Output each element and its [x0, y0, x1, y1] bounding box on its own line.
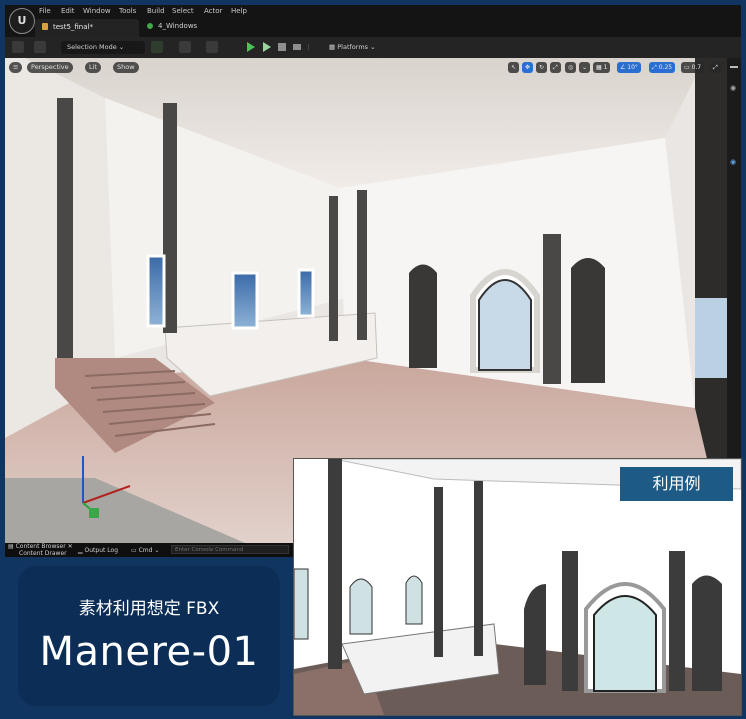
selection-mode-label: Selection Mode	[67, 43, 117, 51]
play-next-frame-icon[interactable]	[263, 42, 271, 52]
menu-build[interactable]: Build	[147, 6, 165, 16]
eye-icon[interactable]: ◉	[730, 84, 736, 92]
console-input[interactable]: Enter Console Command	[171, 545, 289, 554]
menu-help[interactable]: Help	[231, 6, 247, 16]
tab-label: test5_final*	[53, 23, 93, 31]
surface-snap-icon[interactable]: ⌄	[579, 62, 591, 73]
product-subtitle: 素材利用想定 FBX	[78, 599, 220, 619]
tab-label: 4_Windows	[158, 22, 198, 30]
menu-actor[interactable]: Actor	[204, 6, 222, 16]
visibility-icon[interactable]: ◉	[730, 158, 736, 166]
output-log-label: Output Log	[84, 547, 118, 554]
level-icon	[42, 23, 48, 30]
menu-select[interactable]: Select	[172, 6, 194, 16]
product-info-card: 素材利用想定 FBX Manere-01	[18, 566, 280, 706]
viewport-menu-icon[interactable]: ≡	[9, 62, 22, 73]
platforms-label: Platforms	[337, 43, 369, 51]
view-mode-lit-button[interactable]: Lit	[85, 62, 101, 73]
stop-icon[interactable]	[278, 43, 286, 51]
selection-mode-dropdown[interactable]: Selection Mode ⌄	[61, 41, 145, 54]
unreal-logo-icon[interactable]: U	[9, 8, 35, 34]
menu-edit[interactable]: Edit	[61, 6, 75, 16]
maximize-viewport-icon[interactable]: ⤢	[710, 62, 721, 73]
scale-tool-icon[interactable]: ⤢	[550, 62, 561, 73]
play-icon[interactable]	[247, 42, 255, 52]
scale-snap-value: 0.25	[658, 64, 673, 71]
rotation-snap-toggle[interactable]: ∠ 10°	[617, 62, 641, 73]
show-button[interactable]: Show	[113, 62, 139, 73]
usage-example-render: 利用例	[293, 458, 742, 716]
main-toolbar: Selection Mode ⌄ ⋮ ▦ Platforms ⌄	[5, 37, 741, 59]
rotate-tool-icon[interactable]: ↻	[536, 62, 548, 73]
platforms-icon: ▦	[329, 43, 336, 51]
blueprint-icon[interactable]	[179, 41, 191, 53]
content-drawer-button[interactable]: Content Drawer	[19, 550, 67, 557]
outliner-icon[interactable]	[730, 66, 738, 68]
eject-icon[interactable]	[293, 44, 301, 50]
select-tool-icon[interactable]: ↖	[508, 62, 520, 73]
show-label: Show	[117, 63, 135, 71]
page-background: U File Edit Window Tools Build Select Ac…	[0, 0, 746, 719]
grid-snap-value: 1	[603, 64, 608, 71]
content-browser-tab[interactable]: ▤ Content Browser ✕	[8, 543, 73, 550]
camera-speed-value: 0.7	[691, 64, 702, 71]
output-log-button[interactable]: ▁ Output Log	[78, 547, 118, 554]
cinematics-icon[interactable]	[206, 41, 218, 53]
menu-bar: U File Edit Window Tools Build Select Ac…	[5, 5, 741, 37]
grid-snap-toggle[interactable]: ▦ 1	[593, 62, 611, 73]
save-icon[interactable]	[12, 41, 24, 53]
usage-example-badge: 利用例	[620, 467, 733, 501]
camera-speed-button[interactable]: ▭ 0.7	[681, 62, 705, 73]
cmd-label: Cmd	[138, 547, 153, 554]
scale-snap-toggle[interactable]: ⤢ 0.25	[649, 62, 676, 73]
perspective-label: Perspective	[31, 63, 69, 71]
tab-level-test5-final[interactable]: test5_final*	[35, 19, 139, 37]
lit-label: Lit	[89, 63, 97, 71]
asset-status-icon	[147, 23, 153, 29]
tab-4-windows[interactable]: 4_Windows	[147, 22, 197, 30]
menu-file[interactable]: File	[39, 6, 51, 16]
translate-tool-icon[interactable]: ✥	[522, 62, 534, 73]
menu-window[interactable]: Window	[83, 6, 111, 16]
world-space-icon[interactable]: ◎	[565, 62, 577, 73]
add-actor-icon[interactable]	[151, 41, 163, 53]
platforms-dropdown[interactable]: ▦ Platforms ⌄	[329, 41, 376, 54]
menu-tools[interactable]: Tools	[119, 6, 136, 16]
perspective-button[interactable]: Perspective	[27, 62, 73, 73]
more-options-icon[interactable]: ⋮	[305, 41, 312, 54]
product-title: Manere-01	[39, 629, 259, 675]
content-icon[interactable]	[34, 41, 46, 53]
rotation-snap-value: 10°	[627, 64, 638, 71]
content-browser-label: Content Browser	[15, 543, 66, 550]
cmd-dropdown[interactable]: ▭ Cmd ⌄	[131, 547, 159, 554]
